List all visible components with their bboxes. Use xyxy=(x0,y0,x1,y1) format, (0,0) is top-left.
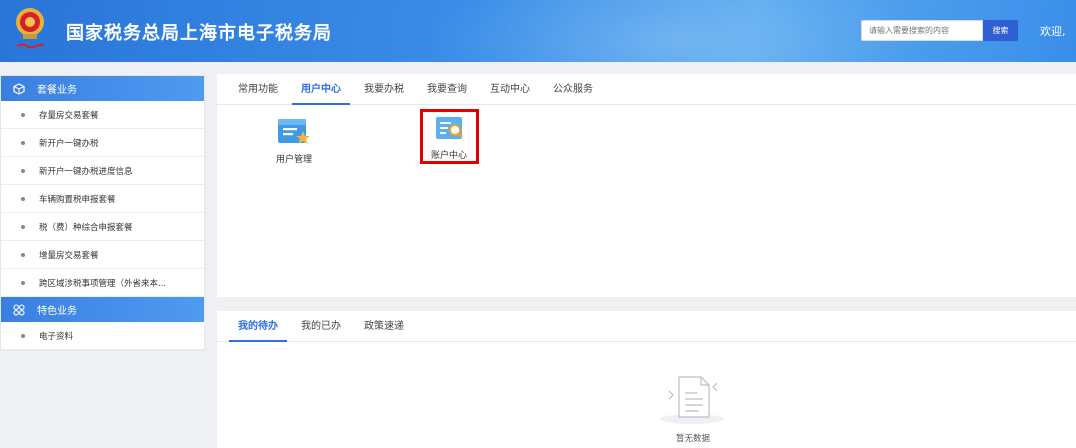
tab-policy-express[interactable]: 政策速递 xyxy=(355,311,413,341)
tab-my-done[interactable]: 我的已办 xyxy=(292,311,350,341)
sidebar-item-label: 税（费）种综合申报套餐 xyxy=(39,222,133,233)
bullet-dot xyxy=(21,224,25,229)
search-input[interactable] xyxy=(861,20,983,41)
welcome-text: 欢迎, xyxy=(1040,25,1066,38)
tab-common-functions[interactable]: 常用功能 xyxy=(229,74,287,104)
sidebar-item-label: 增量房交易套餐 xyxy=(39,250,99,261)
grid-circles-icon xyxy=(13,303,25,316)
sidebar-group-title: 特色业务 xyxy=(37,306,77,317)
bullet-dot xyxy=(21,168,25,173)
sidebar-item-label: 存量房交易套餐 xyxy=(39,110,99,121)
sidebar-item-e-documents[interactable]: 电子资料 xyxy=(1,322,204,350)
bullet-dot xyxy=(21,280,25,285)
tab-public-service[interactable]: 公众服务 xyxy=(544,74,602,104)
sidebar-item-existing-house[interactable]: 存量房交易套餐 xyxy=(1,101,204,129)
top-header: 国家税务总局上海市电子税务局 搜索 欢迎, xyxy=(0,0,1076,62)
user-management-icon xyxy=(278,119,310,144)
sidebar-item-vehicle-tax[interactable]: 车辆购置税申报套餐 xyxy=(1,185,204,213)
todo-panel: 我的待办 我的已办 政策速递 xyxy=(217,311,1076,448)
sidebar-item-label: 跨区域涉税事项管理（外省来本... xyxy=(39,278,167,289)
bullet-dot xyxy=(21,112,25,117)
main-tabs: 常用功能 用户中心 我要办税 我要查询 互动中心 公众服务 xyxy=(217,74,1076,105)
tab-user-center[interactable]: 用户中心 xyxy=(292,74,350,105)
highlight-box xyxy=(420,109,479,164)
sidebar-item-label: 电子资料 xyxy=(39,331,74,342)
site-title: 国家税务总局上海市电子税务局 xyxy=(66,23,332,44)
empty-document-icon xyxy=(660,376,724,424)
sidebar: 套餐业务 存量房交易套餐 新开户一键办税 新开户一键办税进度信息 车辆购置税申报… xyxy=(0,75,205,351)
function-panel: 常用功能 用户中心 我要办税 我要查询 互动中心 公众服务 xyxy=(217,74,1076,297)
sidebar-group-package[interactable]: 套餐业务 xyxy=(1,76,204,101)
sidebar-item-label: 新开户一键办税 xyxy=(39,138,99,149)
tax-emblem-icon xyxy=(16,8,44,49)
sidebar-item-label: 新开户一键办税进度信息 xyxy=(39,166,133,177)
search-button[interactable]: 搜索 xyxy=(983,20,1018,41)
sidebar-item-combined-declaration[interactable]: 税（费）种综合申报套餐 xyxy=(1,213,204,241)
sidebar-item-new-account[interactable]: 新开户一键办税 xyxy=(1,129,204,157)
user-management-item[interactable]: 用户管理 xyxy=(264,113,324,165)
cube-icon xyxy=(13,82,25,95)
sidebar-item-label: 车辆购置税申报套餐 xyxy=(39,194,116,205)
tab-interaction-center[interactable]: 互动中心 xyxy=(481,74,539,104)
tab-query[interactable]: 我要查询 xyxy=(418,74,476,104)
tab-handle-tax[interactable]: 我要办税 xyxy=(355,74,413,104)
tab-my-todo[interactable]: 我的待办 xyxy=(229,311,287,342)
sidebar-item-new-account-progress[interactable]: 新开户一键办税进度信息 xyxy=(1,157,204,185)
bullet-dot xyxy=(21,252,25,257)
empty-state-text: 暂无数据 xyxy=(676,434,711,444)
todo-tabs: 我的待办 我的已办 政策速递 xyxy=(217,311,1076,342)
bullet-dot xyxy=(21,140,25,145)
sidebar-item-cross-region[interactable]: 跨区域涉税事项管理（外省来本... xyxy=(1,269,204,297)
bullet-dot xyxy=(21,196,25,201)
sidebar-item-new-house[interactable]: 增量房交易套餐 xyxy=(1,241,204,269)
sidebar-group-title: 套餐业务 xyxy=(37,85,77,96)
bullet-dot xyxy=(21,333,25,338)
function-label: 用户管理 xyxy=(275,155,312,165)
sidebar-group-special[interactable]: 特色业务 xyxy=(1,297,204,322)
